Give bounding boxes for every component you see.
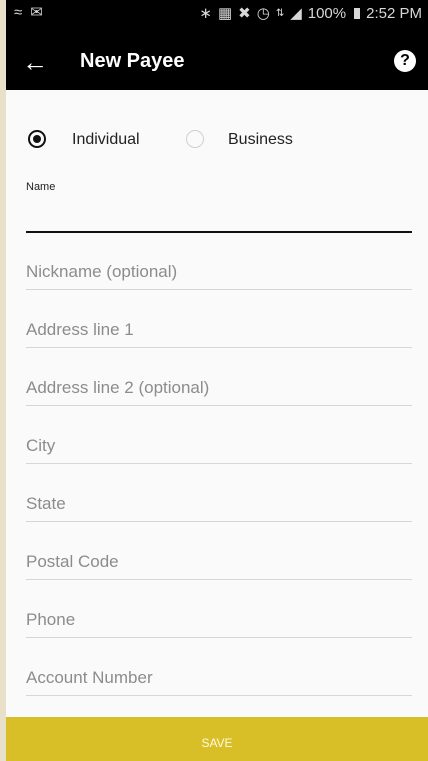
payee-type-selector: Individual Business bbox=[6, 128, 428, 154]
phone-input[interactable] bbox=[26, 608, 412, 632]
signal-icon: ◢ bbox=[290, 5, 302, 22]
back-arrow-icon[interactable]: ← bbox=[20, 48, 50, 78]
battery-percent: 100% bbox=[307, 5, 347, 22]
lte-icon: ⇅ bbox=[275, 7, 285, 19]
help-icon[interactable]: ? bbox=[394, 50, 416, 72]
status-time: 2:52 PM bbox=[366, 5, 422, 22]
alarm-icon: ◷ bbox=[256, 5, 270, 22]
address-line-1-underline bbox=[26, 347, 412, 348]
state-underline bbox=[26, 521, 412, 522]
status-right: ∗ ▦ ✖ ◷ ⇅ ◢ 100% 2:52 PM bbox=[199, 5, 422, 22]
name-field bbox=[26, 202, 412, 233]
status-left: ≈ ✉ bbox=[14, 5, 43, 20]
nickname-input[interactable] bbox=[26, 260, 412, 284]
account-number-input[interactable] bbox=[26, 666, 412, 690]
city-field bbox=[26, 434, 412, 464]
nickname-field bbox=[26, 260, 412, 290]
city-underline bbox=[26, 463, 412, 464]
save-button[interactable]: SAVE bbox=[6, 717, 428, 761]
wifi-call-icon: ≈ bbox=[14, 4, 23, 21]
address-line-1-field bbox=[26, 318, 412, 348]
name-input[interactable] bbox=[26, 202, 412, 226]
app-bar: ← New Payee ? bbox=[6, 40, 428, 88]
account-number-field bbox=[26, 666, 412, 696]
nickname-underline bbox=[26, 289, 412, 290]
postal-code-field bbox=[26, 550, 412, 580]
mail-icon: ✉ bbox=[30, 4, 43, 21]
phone-underline bbox=[26, 637, 412, 638]
radio-business[interactable] bbox=[186, 130, 204, 148]
address-line-2-underline bbox=[26, 405, 412, 406]
name-field-label: Name bbox=[26, 181, 56, 193]
page-title: New Payee bbox=[80, 50, 185, 72]
postal-code-input[interactable] bbox=[26, 550, 412, 574]
phone-field bbox=[26, 608, 412, 638]
battery-icon bbox=[354, 8, 361, 19]
nfc-icon: ▦ bbox=[217, 5, 233, 22]
address-line-1-input[interactable] bbox=[26, 318, 412, 342]
phone-screen: ≈ ✉ ∗ ▦ ✖ ◷ ⇅ ◢ 100% 2:52 PM ← New Payee… bbox=[6, 0, 428, 761]
bluetooth-icon: ∗ bbox=[199, 5, 212, 22]
mute-icon: ✖ bbox=[238, 5, 251, 22]
radio-individual[interactable] bbox=[28, 130, 46, 148]
state-input[interactable] bbox=[26, 492, 412, 516]
postal-code-underline bbox=[26, 579, 412, 580]
address-line-2-input[interactable] bbox=[26, 376, 412, 400]
radio-individual-label[interactable]: Individual bbox=[72, 131, 140, 149]
status-bar: ≈ ✉ ∗ ▦ ✖ ◷ ⇅ ◢ 100% 2:52 PM bbox=[6, 0, 428, 28]
city-input[interactable] bbox=[26, 434, 412, 458]
address-line-2-field bbox=[26, 376, 412, 406]
state-field bbox=[26, 492, 412, 522]
radio-business-label[interactable]: Business bbox=[228, 131, 293, 149]
name-underline bbox=[26, 231, 412, 233]
account-number-underline bbox=[26, 695, 412, 696]
